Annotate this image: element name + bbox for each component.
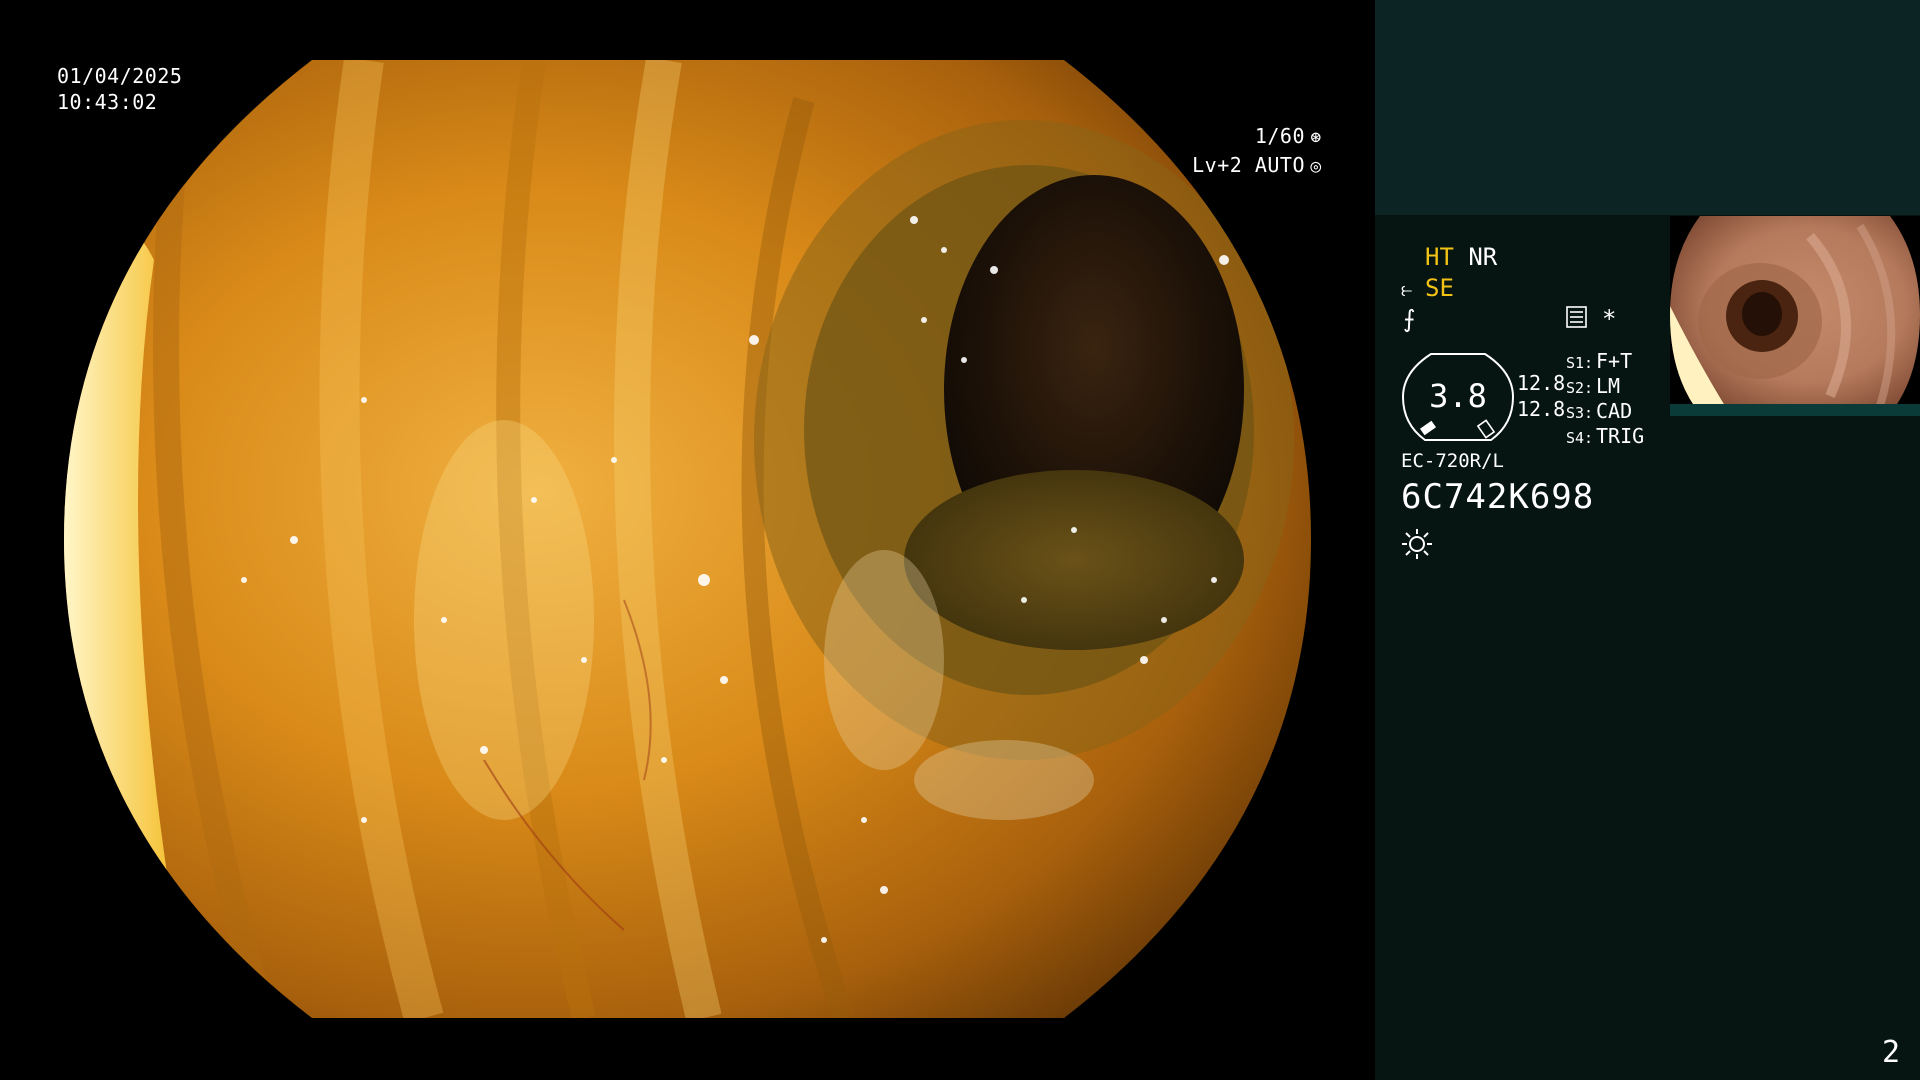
scope-tip-icon: ⥼ — [1401, 277, 1413, 301]
brightness-level-display: Lv+2 AUTO ◎ — [1142, 126, 1325, 206]
magnification-gauge: 3.8 — [1401, 352, 1515, 442]
menu-list-icon — [1566, 306, 1587, 328]
structure-enhancement-row: ⥼ SE — [1401, 273, 1454, 304]
switch-label: LM — [1596, 374, 1621, 398]
page-number: 2 — [1881, 1035, 1900, 1070]
info-panel: HT NR ⥼ SE ⨍ * 3.8 12.8 12.8 S1: F+T S2: LM… — [1375, 0, 1920, 1080]
switch-row: S4: TRIG — [1566, 424, 1644, 449]
thumbnail-status-bar — [1670, 404, 1920, 416]
switch-number: S3: — [1566, 404, 1594, 422]
nr-label: NR — [1468, 243, 1498, 271]
ht-label: HT — [1425, 243, 1454, 271]
switch-label: TRIG — [1596, 424, 1645, 448]
switch-row: S3: CAD — [1566, 399, 1644, 424]
switch-number: S1: — [1566, 354, 1594, 372]
enhancement-mode-row: HT NR — [1425, 242, 1497, 272]
captured-image-thumbnail[interactable] — [1670, 216, 1920, 414]
endoscope-view-area: 01/04/2025 10:43:02 1/60 ⊛ Lv+2 AUTO ◎ — [0, 0, 1375, 1080]
iris-icon: ◎ — [1310, 156, 1322, 177]
scope-switch-list: S1: F+T S2: LM S3: CAD S4: TRIG — [1566, 349, 1644, 449]
brightness-level-value: Lv+2 AUTO — [1192, 153, 1305, 177]
switch-number: S4: — [1566, 429, 1594, 447]
switch-number: S2: — [1566, 379, 1594, 397]
se-label: SE — [1425, 274, 1454, 302]
switch-row: S1: F+T — [1566, 349, 1644, 374]
scope-serial-number: 6C742K698 — [1401, 477, 1595, 517]
endoscope-image — [64, 60, 1311, 1018]
gauge-reading-2: 12.8 — [1517, 397, 1566, 421]
switch-row: S2: LM — [1566, 374, 1644, 399]
date-display: 01/04/2025 — [57, 64, 183, 88]
switch-label: F+T — [1596, 349, 1633, 373]
gauge-reading-1: 12.8 — [1517, 371, 1566, 395]
asterisk-marker: * — [1602, 305, 1617, 333]
time-display: 10:43:02 — [57, 90, 158, 114]
gauge-readings: 12.8 12.8 — [1517, 370, 1565, 422]
panel-header-area — [1375, 0, 1920, 215]
light-source-icon — [1402, 529, 1432, 559]
freeze-icon: ⨍ — [1403, 305, 1416, 333]
switch-label: CAD — [1596, 399, 1633, 423]
scope-model: EC-720R/L — [1401, 450, 1504, 472]
gauge-value: 3.8 — [1429, 377, 1487, 415]
